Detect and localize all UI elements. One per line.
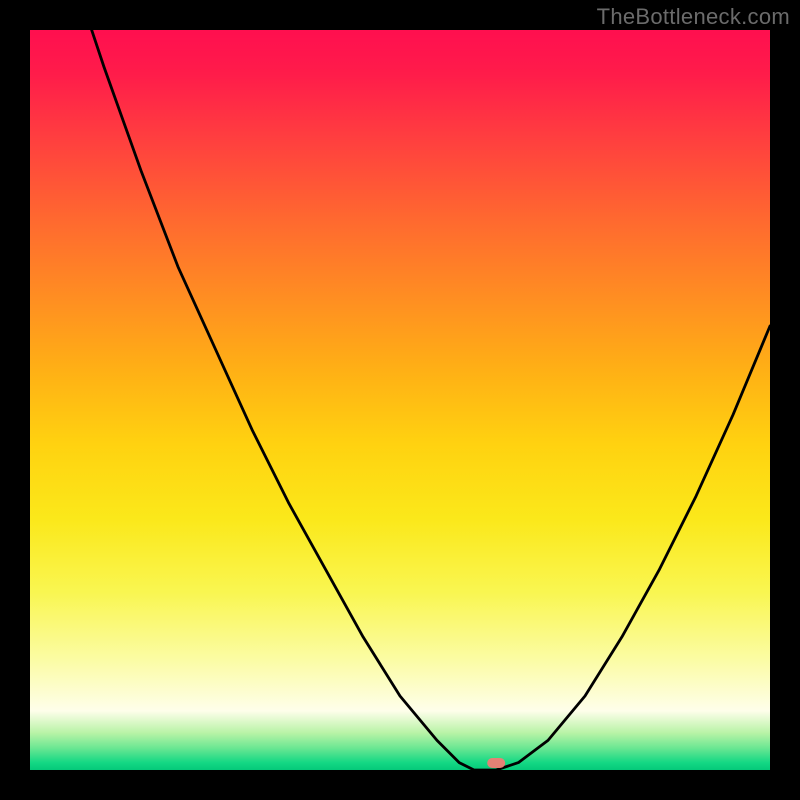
chart-frame: TheBottleneck.com [0,0,800,800]
plot-area [30,30,770,770]
watermark-text: TheBottleneck.com [597,4,790,30]
bottleneck-curve [30,30,770,770]
optimum-marker [487,758,505,768]
curve-layer [30,30,770,770]
